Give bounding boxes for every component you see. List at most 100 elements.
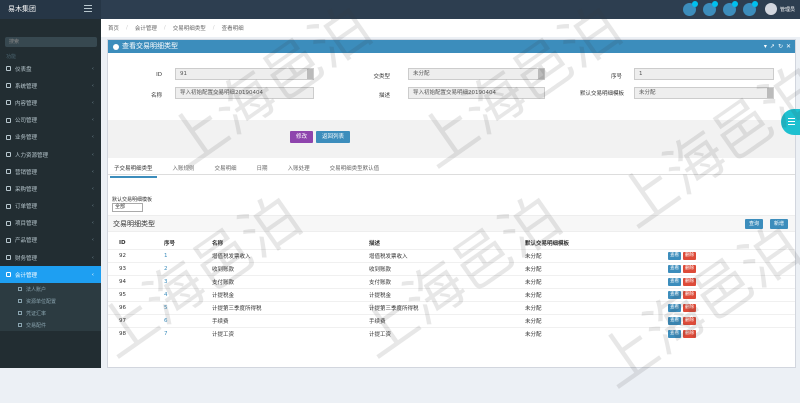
col-default-template[interactable]: 默认交易明细模板	[514, 237, 657, 249]
new-button[interactable]: 新增	[770, 219, 789, 229]
menu-item-icon	[6, 237, 11, 243]
panel-header: 查看交易明细类型	[108, 40, 795, 53]
collapse-icon[interactable]: ▾	[764, 43, 767, 50]
chevron-icon: ‹	[91, 203, 94, 210]
sidebar-section-label: 功能	[6, 54, 17, 60]
breadcrumb-item[interactable]: 会计管理	[135, 24, 157, 32]
tab-sub-types[interactable]: 子交易明细类型	[110, 164, 157, 178]
breadcrumb-item[interactable]: 交易明细类型	[173, 24, 206, 32]
chevron-icon: ‹	[91, 99, 94, 106]
col-id[interactable]: ID	[108, 237, 153, 249]
delete-button[interactable]: 删除	[683, 329, 696, 338]
desc-label: 描述	[378, 93, 390, 99]
filter-select[interactable]: 全部	[112, 203, 143, 212]
sidebar-subitem-label: 资源单位配置	[26, 298, 57, 305]
sidebar: 搜索 功能 仪表盘 ‹ 系统管理 ‹ 内容管理 ‹ 公司管理 ‹ 业务管理 ‹ 人力资源管理 ‹ 营销管…	[0, 19, 101, 368]
menu-item-icon	[6, 203, 11, 209]
sidebar-item[interactable]: 订单管理 ‹	[0, 198, 101, 215]
sidebar-item[interactable]: 产品管理 ‹	[0, 232, 101, 249]
seq-field[interactable]: 1	[634, 68, 774, 80]
table-cell[interactable]: 6	[153, 313, 201, 327]
sidebar-item[interactable]: 仪表盘 ‹	[0, 60, 101, 77]
sidebar-item[interactable]: 财务管理 ‹	[0, 249, 101, 266]
menu-item-icon	[6, 83, 11, 89]
breadcrumb: 首页 / 会计管理 / 交易明细类型 / 查看明细	[101, 19, 800, 37]
tab-bar: 子交易明细类型 入账规则 交易明细 日期 入账处理 交易明细类型默认值	[110, 164, 383, 178]
alert-icon[interactable]	[743, 1, 758, 16]
edit-button[interactable]: 修改	[290, 131, 314, 143]
sidebar-item[interactable]: 采购管理 ‹	[0, 180, 101, 197]
desc-field[interactable]: 导入初始配置交易明细20190404	[408, 87, 545, 99]
sidebar-item-label: 会计管理	[15, 272, 38, 279]
name-field[interactable]: 导入初始配置交易明细20190404	[175, 87, 314, 99]
menu-toggle-icon[interactable]	[84, 5, 92, 13]
sidebar-item[interactable]: 业务管理 ‹	[0, 129, 101, 146]
delete-button[interactable]: 删除	[683, 303, 696, 312]
menu-item-icon	[6, 255, 11, 261]
tab-posting-process[interactable]: 入账处理	[284, 164, 314, 178]
table-cell[interactable]: 2	[153, 261, 201, 275]
table-cell[interactable]: 3	[153, 274, 201, 288]
sidebar-item[interactable]: 公司管理 ‹	[0, 112, 101, 129]
id-label: ID	[156, 72, 162, 78]
expand-icon[interactable]: ↗	[770, 43, 775, 50]
search-button[interactable]: 查询	[745, 219, 764, 229]
default-template-label: 默认交易明细模板	[579, 91, 624, 97]
sidebar-subitem[interactable]: 交易配件	[0, 319, 101, 332]
delete-button[interactable]: 删除	[683, 251, 696, 260]
delete-button[interactable]: 删除	[683, 290, 696, 299]
delete-button[interactable]: 删除	[683, 264, 696, 273]
sidebar-subitem[interactable]: 资源单位配置	[0, 295, 101, 308]
sidebar-item[interactable]: 人力资源管理 ‹	[0, 146, 101, 163]
sidebar-item[interactable]: 系统管理 ‹	[0, 77, 101, 94]
view-button[interactable]: 查看	[668, 303, 681, 312]
user-menu[interactable]: 管理员	[764, 3, 795, 15]
subpanel-title: 交易明细类型	[113, 220, 155, 228]
notification-icon[interactable]	[683, 1, 698, 16]
table-cell[interactable]: 5	[153, 300, 201, 314]
delete-button[interactable]: 删除	[683, 277, 696, 286]
sidebar-subitem[interactable]: 凭证汇率	[0, 307, 101, 320]
table-cell: 增值税发票收入	[201, 248, 358, 262]
page-title: 查看交易明细类型	[122, 42, 178, 50]
type-field[interactable]: 未分配	[408, 68, 545, 80]
table-cell: 未分配	[514, 287, 657, 301]
sidebar-item-label: 内容管理	[15, 100, 38, 107]
view-button[interactable]: 查看	[668, 290, 681, 299]
col-name[interactable]: 名称	[201, 237, 358, 249]
tab-transaction-details[interactable]: 交易明细	[211, 164, 241, 178]
view-button[interactable]: 查看	[668, 251, 681, 260]
id-field[interactable]: 91	[175, 68, 314, 80]
default-template-field[interactable]: 未分配	[634, 87, 774, 99]
sidebar-item[interactable]: 会计管理 ‹	[0, 266, 101, 284]
side-menu-toggle[interactable]	[781, 109, 800, 135]
back-to-list-button[interactable]: 返回列表	[316, 131, 351, 143]
col-desc[interactable]: 描述	[358, 237, 514, 249]
refresh-icon[interactable]: ↻	[778, 43, 783, 50]
close-icon[interactable]: ✕	[786, 43, 791, 50]
breadcrumb-home[interactable]: 首页	[108, 24, 119, 32]
view-button[interactable]: 查看	[668, 316, 681, 325]
view-button[interactable]: 查看	[668, 277, 681, 286]
view-button[interactable]: 查看	[668, 264, 681, 273]
sidebar-item[interactable]: 营销管理 ‹	[0, 163, 101, 180]
sidebar-subitem[interactable]: 法人账户	[0, 283, 101, 296]
table-cell[interactable]: 7	[153, 326, 201, 340]
menu-item-icon	[6, 134, 11, 140]
sidebar-item[interactable]: 项目管理 ‹	[0, 215, 101, 232]
view-button[interactable]: 查看	[668, 329, 681, 338]
sidebar-item-label: 采购管理	[15, 186, 38, 193]
tab-defaults[interactable]: 交易明细类型默认值	[326, 164, 384, 178]
table-cell[interactable]: 4	[153, 287, 201, 301]
chevron-icon: ‹	[91, 237, 94, 244]
col-seq[interactable]: 序号	[153, 237, 201, 249]
tab-posting-rules[interactable]: 入账规则	[169, 164, 199, 178]
sidebar-item[interactable]: 内容管理 ‹	[0, 94, 101, 111]
sidebar-search-input[interactable]: 搜索	[5, 37, 97, 47]
message-icon[interactable]	[703, 1, 718, 16]
tab-date[interactable]: 日期	[253, 164, 272, 178]
task-icon[interactable]	[723, 1, 738, 16]
table-cell[interactable]: 1	[153, 248, 201, 262]
delete-button[interactable]: 删除	[683, 316, 696, 325]
col-actions	[657, 237, 795, 249]
